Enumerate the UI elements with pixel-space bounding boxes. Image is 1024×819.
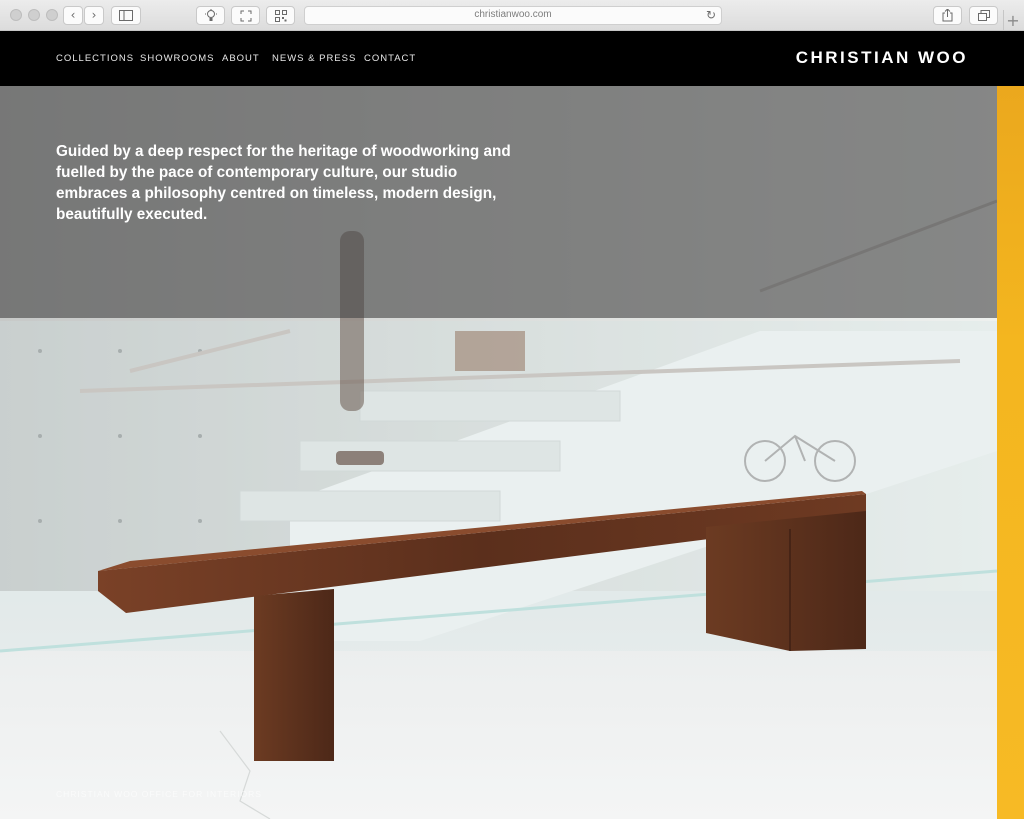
zoom-window-button[interactable] — [46, 9, 58, 21]
share-button[interactable] — [933, 6, 962, 25]
lightbulb-icon — [204, 9, 217, 21]
accent-strip — [997, 31, 1024, 819]
close-window-button[interactable] — [10, 9, 22, 21]
brand-logo[interactable]: CHRISTIAN WOO — [796, 48, 968, 68]
back-button[interactable]: ‹ — [63, 6, 83, 25]
tabs-icon — [977, 10, 990, 21]
share-icon — [942, 8, 953, 22]
expand-icon — [240, 10, 251, 22]
nav-collections[interactable]: COLLECTIONS — [56, 53, 134, 64]
resize-button[interactable] — [231, 6, 260, 25]
reload-icon[interactable]: ↻ — [706, 8, 716, 22]
forward-icon: › — [91, 8, 97, 22]
nav-about[interactable]: ABOUT — [222, 53, 260, 64]
nav-news-press[interactable]: NEWS & PRESS — [272, 53, 356, 64]
extension-button[interactable] — [196, 6, 225, 25]
new-tab-button[interactable]: + — [1003, 10, 1022, 31]
sidebar-icon — [119, 10, 133, 21]
nav-showrooms[interactable]: SHOWROOMS — [140, 53, 214, 64]
url-text: christianwoo.com — [474, 9, 552, 20]
hero-caption: CHRISTIAN WOO OFFICE FOR INTERIORS — [56, 789, 262, 799]
nav-contact[interactable]: CONTACT — [364, 53, 416, 64]
sidebar-toggle-button[interactable] — [111, 6, 141, 25]
tabs-overview-button[interactable] — [969, 6, 998, 25]
forward-button[interactable]: › — [84, 6, 104, 25]
browser-toolbar: ‹ › christianwoo.com ↻ + — [0, 0, 1024, 31]
intro-text: Guided by a deep respect for the heritag… — [56, 143, 511, 223]
address-bar[interactable]: christianwoo.com ↻ — [304, 6, 722, 25]
qr-code-button[interactable] — [266, 6, 295, 25]
plus-icon: + — [1006, 11, 1020, 30]
qr-code-icon — [274, 10, 287, 22]
back-icon: ‹ — [70, 8, 76, 22]
site-header: COLLECTIONS SHOWROOMS ABOUT NEWS & PRESS… — [0, 31, 1024, 86]
minimize-window-button[interactable] — [28, 9, 40, 21]
